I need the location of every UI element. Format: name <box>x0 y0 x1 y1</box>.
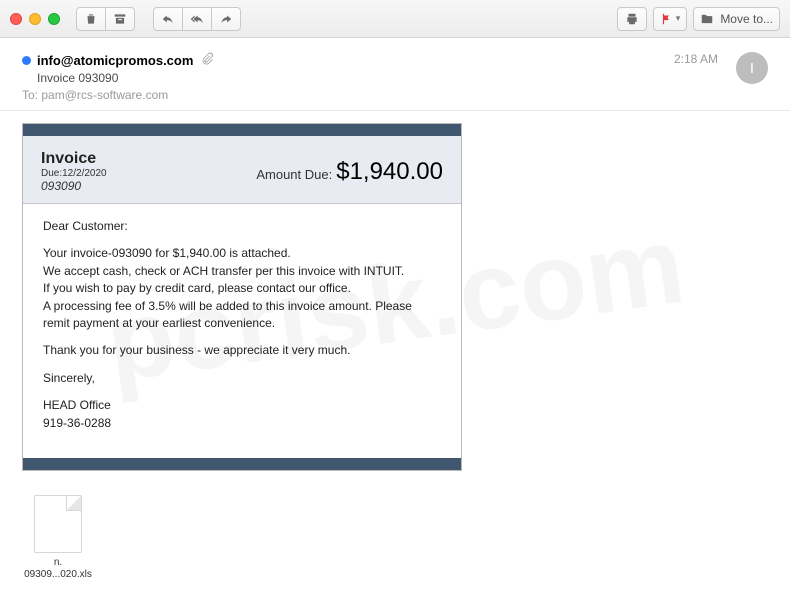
flag-button[interactable]: ▾ <box>653 7 688 31</box>
minimize-window-button[interactable] <box>29 13 41 25</box>
from-address: info@atomicpromos.com <box>37 53 193 68</box>
window-titlebar: ▾ Move to... <box>0 0 790 38</box>
amount-due-value: $1,940.00 <box>336 158 443 186</box>
archive-button[interactable] <box>105 7 135 31</box>
attachment-item[interactable]: n. 09309...020.xls <box>22 495 94 581</box>
reply-all-icon <box>190 12 204 26</box>
reply-button[interactable] <box>153 7 183 31</box>
file-icon <box>34 495 82 553</box>
close-window-button[interactable] <box>10 13 22 25</box>
attachment-filename: n. 09309...020.xls <box>22 557 94 581</box>
amount-due-label: Amount Due: <box>256 167 332 182</box>
delete-button[interactable] <box>76 7 106 31</box>
invoice-top-bar <box>23 124 461 136</box>
move-to-label: Move to... <box>720 12 773 26</box>
signoff: Sincerely, <box>43 370 441 387</box>
print-button[interactable] <box>617 7 647 31</box>
invoice-bottom-bar <box>23 458 461 470</box>
email-header: info@atomicpromos.com Invoice 093090 To:… <box>0 38 790 111</box>
invoice-number: 093090 <box>41 179 107 193</box>
invoice-due: Due:12/2/2020 <box>41 168 107 179</box>
trash-icon <box>84 12 98 26</box>
invoice-title: Invoice <box>41 150 107 168</box>
attachments-area: n. 09309...020.xls <box>22 495 768 581</box>
flag-icon <box>660 12 674 26</box>
zoom-window-button[interactable] <box>48 13 60 25</box>
move-to-button[interactable]: Move to... <box>693 7 780 31</box>
to-address: pam@rcs-software.com <box>41 88 168 102</box>
chevron-down-icon: ▾ <box>676 13 681 24</box>
invoice-header: Invoice Due:12/2/2020 093090 Amount Due:… <box>23 136 461 204</box>
to-label: To: <box>22 88 38 102</box>
email-time: 2:18 AM <box>674 52 718 66</box>
greeting: Dear Customer: <box>43 218 441 235</box>
thanks-line: Thank you for your business - we appreci… <box>43 342 441 359</box>
printer-icon <box>625 12 639 26</box>
avatar-initial: I <box>750 60 754 77</box>
invoice-text: Your invoice-093090 for $1,940.00 is att… <box>43 245 441 332</box>
forward-button[interactable] <box>211 7 241 31</box>
invoice-card: Invoice Due:12/2/2020 093090 Amount Due:… <box>22 123 462 471</box>
reply-icon <box>161 12 175 26</box>
sender-block: HEAD Office 919-36-0288 <box>43 397 441 432</box>
archive-icon <box>113 12 127 26</box>
reply-all-button[interactable] <box>182 7 212 31</box>
attachment-icon <box>201 52 214 68</box>
move-icon <box>700 12 714 26</box>
email-subject: Invoice 093090 <box>37 71 768 85</box>
unread-indicator <box>22 56 31 65</box>
avatar: I <box>736 52 768 84</box>
invoice-body: Dear Customer: Your invoice-093090 for $… <box>23 204 461 458</box>
forward-icon <box>219 12 233 26</box>
email-body: Invoice Due:12/2/2020 093090 Amount Due:… <box>0 111 790 593</box>
traffic-lights <box>10 13 60 25</box>
